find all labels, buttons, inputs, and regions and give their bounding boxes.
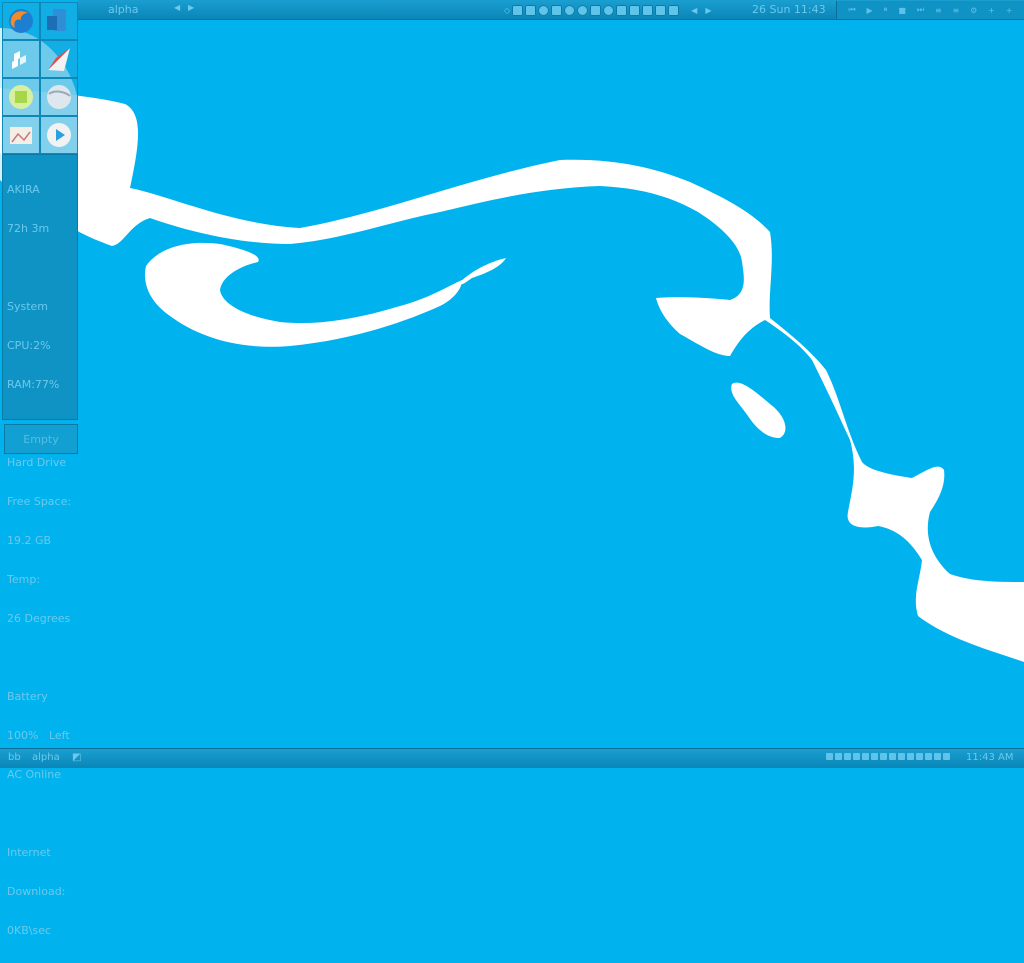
disc-icon bbox=[47, 85, 71, 109]
play-icon[interactable]: ▶ bbox=[867, 6, 873, 15]
tray-icon[interactable] bbox=[853, 753, 860, 760]
volume-icon[interactable] bbox=[512, 4, 524, 16]
workspace-label[interactable]: alpha bbox=[82, 2, 172, 18]
tray-icon[interactable] bbox=[934, 753, 941, 760]
bottom-item-bb[interactable]: bb bbox=[8, 752, 21, 763]
uptime: 72h 3m bbox=[7, 222, 50, 235]
tray-icon[interactable] bbox=[844, 753, 851, 760]
system-monitor: AKIRA 72h 3m System CPU:2% RAM:77% Hard … bbox=[2, 154, 78, 937]
system-label: System bbox=[7, 300, 49, 313]
left-panel: AKIRA 72h 3m System CPU:2% RAM:77% Hard … bbox=[0, 0, 78, 937]
tray-icon[interactable] bbox=[898, 753, 905, 760]
firefox-icon bbox=[9, 9, 33, 33]
empty-button[interactable]: Empty bbox=[4, 424, 78, 454]
search-icon[interactable] bbox=[538, 4, 550, 16]
tray-icon[interactable] bbox=[925, 753, 932, 760]
launcher-chip[interactable] bbox=[2, 78, 40, 116]
tool-icon[interactable] bbox=[642, 4, 654, 16]
launcher-molecule[interactable] bbox=[2, 40, 40, 78]
ram-usage: RAM:77% bbox=[7, 378, 60, 391]
tray-icon[interactable] bbox=[871, 753, 878, 760]
launcher-paper-plane[interactable] bbox=[40, 40, 78, 78]
arrow-left-icon[interactable]: ◀ bbox=[691, 6, 697, 15]
shield-icon[interactable] bbox=[590, 4, 602, 16]
computer-icon bbox=[47, 9, 66, 31]
cpu-usage: CPU:2% bbox=[7, 339, 51, 352]
desktop-wallpaper bbox=[0, 0, 1024, 768]
tray-icon[interactable] bbox=[835, 753, 842, 760]
hard-drive-label: Hard Drive bbox=[7, 456, 67, 469]
tray-icon[interactable] bbox=[916, 753, 923, 760]
settings-icon[interactable]: ⚙ bbox=[970, 6, 977, 15]
free-space-value: 19.2 GB bbox=[7, 534, 52, 547]
prev-icon[interactable]: ⏮ bbox=[848, 5, 855, 15]
bottom-tray bbox=[826, 753, 950, 760]
download-label: Download: bbox=[7, 885, 66, 898]
internet-label: Internet bbox=[7, 846, 51, 859]
arrow-right-icon[interactable]: ▶ bbox=[188, 3, 194, 12]
arrow-left-icon[interactable]: ◀ bbox=[174, 3, 180, 12]
media-player-controls: ⏮ ▶ ⏸ ■ ⏭ ≡ ≡ ⚙ + + bbox=[836, 1, 1024, 19]
image-viewer-icon bbox=[10, 127, 32, 144]
next-icon[interactable]: ⏭ bbox=[917, 5, 924, 15]
network-icon[interactable] bbox=[551, 4, 563, 16]
system-tray: ◇ ◀ ▶ bbox=[504, 2, 711, 18]
battery-value: 100% Left bbox=[7, 729, 70, 742]
ac-status: AC Online bbox=[7, 768, 61, 781]
free-space-label: Free Space: bbox=[7, 495, 72, 508]
refresh-icon[interactable] bbox=[603, 4, 615, 16]
add-icon[interactable]: + bbox=[988, 6, 995, 15]
tray-icon[interactable] bbox=[880, 753, 887, 760]
bottom-clock[interactable]: 11:43 AM bbox=[966, 752, 1013, 763]
arrow-right-icon[interactable]: ▶ bbox=[705, 6, 711, 15]
playlist-icon[interactable]: ≡ bbox=[935, 6, 942, 15]
pause-icon[interactable]: ⏸ bbox=[884, 5, 888, 15]
pen-icon[interactable] bbox=[655, 4, 667, 16]
tray-icon[interactable] bbox=[943, 753, 950, 760]
paper-plane-icon bbox=[48, 48, 70, 71]
update-icon[interactable] bbox=[564, 4, 576, 16]
media-player-icon bbox=[47, 123, 71, 147]
temp-label: Temp: bbox=[7, 573, 41, 586]
diamond-icon[interactable]: ◇ bbox=[504, 6, 510, 15]
top-panel: alpha ◀ ▶ ◇ ◀ ▶ 26 Sun 11:43 ⏮ ▶ ⏸ ■ ⏭ ≡… bbox=[78, 0, 1024, 20]
monitor-icon[interactable] bbox=[525, 4, 537, 16]
bottom-item-workspace[interactable]: alpha bbox=[32, 752, 60, 763]
wifi-icon[interactable] bbox=[629, 4, 641, 16]
download-value: 0KB\sec bbox=[7, 924, 52, 937]
bottom-panel: bb alpha ◩ 11:43 AM bbox=[0, 748, 1024, 768]
launcher-media-player[interactable] bbox=[40, 116, 78, 154]
chip-icon bbox=[9, 85, 33, 109]
launcher-grid bbox=[2, 2, 78, 154]
tray-icon[interactable] bbox=[889, 753, 896, 760]
tray-icon[interactable] bbox=[862, 753, 869, 760]
launcher-image-viewer[interactable] bbox=[2, 116, 40, 154]
host-name: AKIRA bbox=[7, 183, 40, 196]
tray-icon[interactable] bbox=[907, 753, 914, 760]
tray-icon[interactable] bbox=[826, 753, 833, 760]
battery-label: Battery bbox=[7, 690, 48, 703]
launcher-firefox[interactable] bbox=[2, 2, 40, 40]
grid-icon[interactable] bbox=[577, 4, 589, 16]
stop-icon[interactable]: ■ bbox=[898, 6, 906, 15]
eq-icon[interactable]: ≡ bbox=[953, 6, 960, 15]
plus-icon[interactable]: + bbox=[1006, 6, 1013, 15]
cursor-icon[interactable] bbox=[668, 4, 680, 16]
clock[interactable]: 26 Sun 11:43 bbox=[752, 2, 826, 18]
temp-value: 26 Degrees bbox=[7, 612, 71, 625]
window-icon[interactable]: ◩ bbox=[72, 752, 81, 763]
launcher-disc[interactable] bbox=[40, 78, 78, 116]
molecule-icon bbox=[12, 51, 26, 69]
display-icon[interactable] bbox=[616, 4, 628, 16]
launcher-computer[interactable] bbox=[40, 2, 78, 40]
